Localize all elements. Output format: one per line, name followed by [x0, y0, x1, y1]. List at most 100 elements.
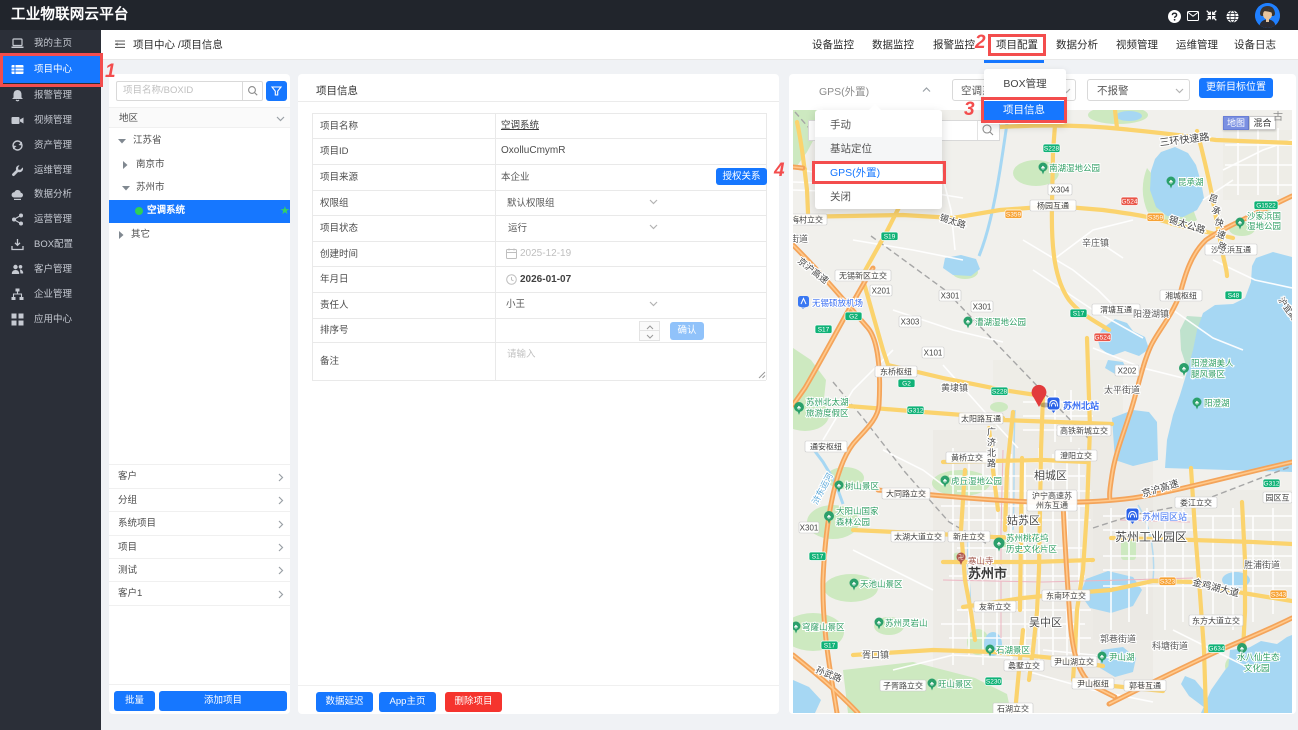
- svg-text:湘城枢纽: 湘城枢纽: [1165, 291, 1197, 301]
- svg-text:G312: G312: [908, 408, 924, 415]
- svg-text:S230: S230: [986, 679, 1002, 686]
- svg-text:黄桥立交: 黄桥立交: [951, 453, 983, 463]
- svg-text:S17: S17: [812, 554, 824, 561]
- svg-text:尹山枢纽: 尹山枢纽: [1077, 679, 1109, 689]
- svg-text:南湖湿地公园: 南湖湿地公园: [1049, 163, 1100, 173]
- svg-text:X301: X301: [800, 524, 819, 533]
- svg-text:太平街道: 太平街道: [1104, 384, 1140, 395]
- svg-text:州东互通: 州东互通: [1036, 500, 1068, 510]
- svg-text:湿地公园: 湿地公园: [1247, 221, 1281, 231]
- svg-text:S17: S17: [1073, 311, 1085, 318]
- svg-text:苏州园区站: 苏州园区站: [1142, 511, 1187, 522]
- svg-text:无锡硕放机场: 无锡硕放机场: [812, 298, 863, 308]
- svg-text:大阳山国家: 大阳山国家: [836, 506, 879, 516]
- svg-text:虎丘湿地公园: 虎丘湿地公园: [951, 476, 1002, 486]
- svg-text:♣: ♣: [852, 582, 856, 588]
- svg-text:X304: X304: [1051, 186, 1070, 195]
- svg-text:街道: 街道: [793, 233, 808, 244]
- svg-text:石湖景区: 石湖景区: [996, 645, 1031, 655]
- svg-text:太湖大道立交: 太湖大道立交: [894, 532, 942, 542]
- svg-text:S343: S343: [1271, 592, 1287, 599]
- svg-text:阳澄湖镇: 阳澄湖镇: [1133, 308, 1169, 319]
- svg-text:森林公园: 森林公园: [836, 517, 870, 527]
- svg-text:♣: ♣: [827, 515, 831, 521]
- svg-text:♣: ♣: [966, 320, 970, 326]
- svg-text:路: 路: [987, 458, 996, 469]
- svg-text:沪宁高速苏: 沪宁高速苏: [1032, 491, 1072, 501]
- svg-text:♣: ♣: [930, 682, 934, 688]
- svg-text:♣: ♣: [1169, 180, 1173, 186]
- svg-text:娄江立交: 娄江立交: [1180, 498, 1212, 508]
- svg-text:石湖立交: 石湖立交: [997, 704, 1029, 714]
- svg-text:通安枢纽: 通安枢纽: [810, 442, 842, 452]
- svg-text:大同路立交: 大同路立交: [886, 489, 926, 499]
- svg-text:苏州灵岩山: 苏州灵岩山: [885, 618, 928, 628]
- svg-text:寒山寺: 寒山寺: [968, 556, 994, 566]
- svg-text:S359: S359: [1006, 212, 1022, 219]
- svg-text:北: 北: [987, 448, 996, 458]
- svg-text:♣: ♣: [877, 621, 881, 627]
- svg-text:东南环立交: 东南环立交: [1046, 591, 1086, 601]
- svg-text:姑苏区: 姑苏区: [1007, 514, 1040, 527]
- svg-text:苏州市: 苏州市: [968, 566, 1007, 581]
- svg-text:无锡新区立交: 无锡新区立交: [839, 271, 887, 281]
- svg-text:济: 济: [987, 437, 996, 448]
- svg-text:♣: ♣: [1100, 655, 1104, 661]
- svg-text:漕湖湿地公园: 漕湖湿地公园: [975, 317, 1026, 327]
- svg-text:阳澄湖: 阳澄湖: [1204, 398, 1230, 408]
- svg-text:昆承湖: 昆承湖: [1178, 177, 1204, 187]
- svg-text:♣: ♣: [794, 625, 798, 631]
- svg-text:东桥枢纽: 东桥枢纽: [880, 367, 912, 377]
- svg-text:旅游度假区: 旅游度假区: [806, 408, 849, 418]
- svg-text:苏州桃花坞: 苏州桃花坞: [1006, 533, 1049, 543]
- svg-text:吴中区: 吴中区: [1029, 616, 1062, 629]
- svg-text:G312: G312: [1264, 481, 1280, 488]
- svg-text:苏州工业园区: 苏州工业园区: [1115, 530, 1187, 544]
- svg-text:郭巷互通: 郭巷互通: [1129, 681, 1161, 691]
- svg-text:苏州北太湖: 苏州北太湖: [806, 397, 849, 407]
- svg-text:X201: X201: [872, 287, 891, 296]
- svg-text:X202: X202: [1118, 367, 1137, 376]
- svg-text:♣: ♣: [797, 406, 801, 412]
- svg-text:胜浦街道: 胜浦街道: [1244, 559, 1280, 570]
- svg-text:X101: X101: [924, 349, 943, 358]
- svg-text:阳澄湖美人: 阳澄湖美人: [1191, 358, 1234, 368]
- svg-text:相城区: 相城区: [1034, 469, 1067, 482]
- svg-text:G524: G524: [1122, 199, 1138, 206]
- svg-text:子胥路立交: 子胥路立交: [883, 681, 923, 691]
- svg-text:郭巷街道: 郭巷街道: [1100, 633, 1136, 644]
- svg-text:X303: X303: [901, 318, 920, 327]
- svg-text:历史文化片区: 历史文化片区: [1006, 544, 1058, 554]
- svg-text:友新立交: 友新立交: [979, 602, 1011, 612]
- svg-text:辛庄镇: 辛庄镇: [1082, 237, 1109, 248]
- svg-text:腿风景区: 腿风景区: [1191, 369, 1226, 379]
- svg-text:S323: S323: [1160, 579, 1176, 586]
- svg-text:胥口镇: 胥口镇: [862, 649, 889, 660]
- svg-text:♣: ♣: [1195, 401, 1199, 407]
- svg-text:科塘街道: 科塘街道: [1152, 640, 1188, 651]
- svg-text:S19: S19: [884, 234, 896, 241]
- svg-text:澄阳立交: 澄阳立交: [1060, 451, 1092, 461]
- svg-text:S228: S228: [992, 389, 1008, 396]
- svg-text:东方大道立交: 东方大道立交: [1192, 616, 1240, 626]
- svg-text:新庄立交: 新庄立交: [953, 532, 985, 542]
- svg-text:♣: ♣: [943, 479, 947, 485]
- svg-text:黄埭镇: 黄埭镇: [941, 382, 968, 393]
- svg-text:♣: ♣: [1041, 166, 1045, 172]
- svg-text:渭塘互通: 渭塘互通: [1100, 305, 1132, 315]
- svg-text:穹窿山景区: 穹窿山景区: [802, 622, 845, 632]
- svg-text:♣: ♣: [1182, 367, 1186, 373]
- svg-text:尹山湖: 尹山湖: [1109, 652, 1135, 662]
- svg-text:梅村立交: 梅村立交: [793, 215, 823, 225]
- svg-text:S228: S228: [1044, 146, 1060, 153]
- svg-text:太阳路互通: 太阳路互通: [961, 414, 1001, 424]
- svg-text:杨园互通: 杨园互通: [1037, 201, 1069, 211]
- svg-text:天池山景区: 天池山景区: [860, 579, 903, 589]
- svg-text:园区互: 园区互: [1266, 494, 1290, 503]
- svg-text:尹山湖立交: 尹山湖立交: [1054, 657, 1094, 667]
- svg-text:树山景区: 树山景区: [845, 481, 880, 491]
- svg-text:♣: ♣: [988, 648, 992, 654]
- svg-text:S48: S48: [1228, 293, 1240, 300]
- svg-text:X301: X301: [941, 292, 960, 301]
- svg-text:G634: G634: [1209, 646, 1225, 653]
